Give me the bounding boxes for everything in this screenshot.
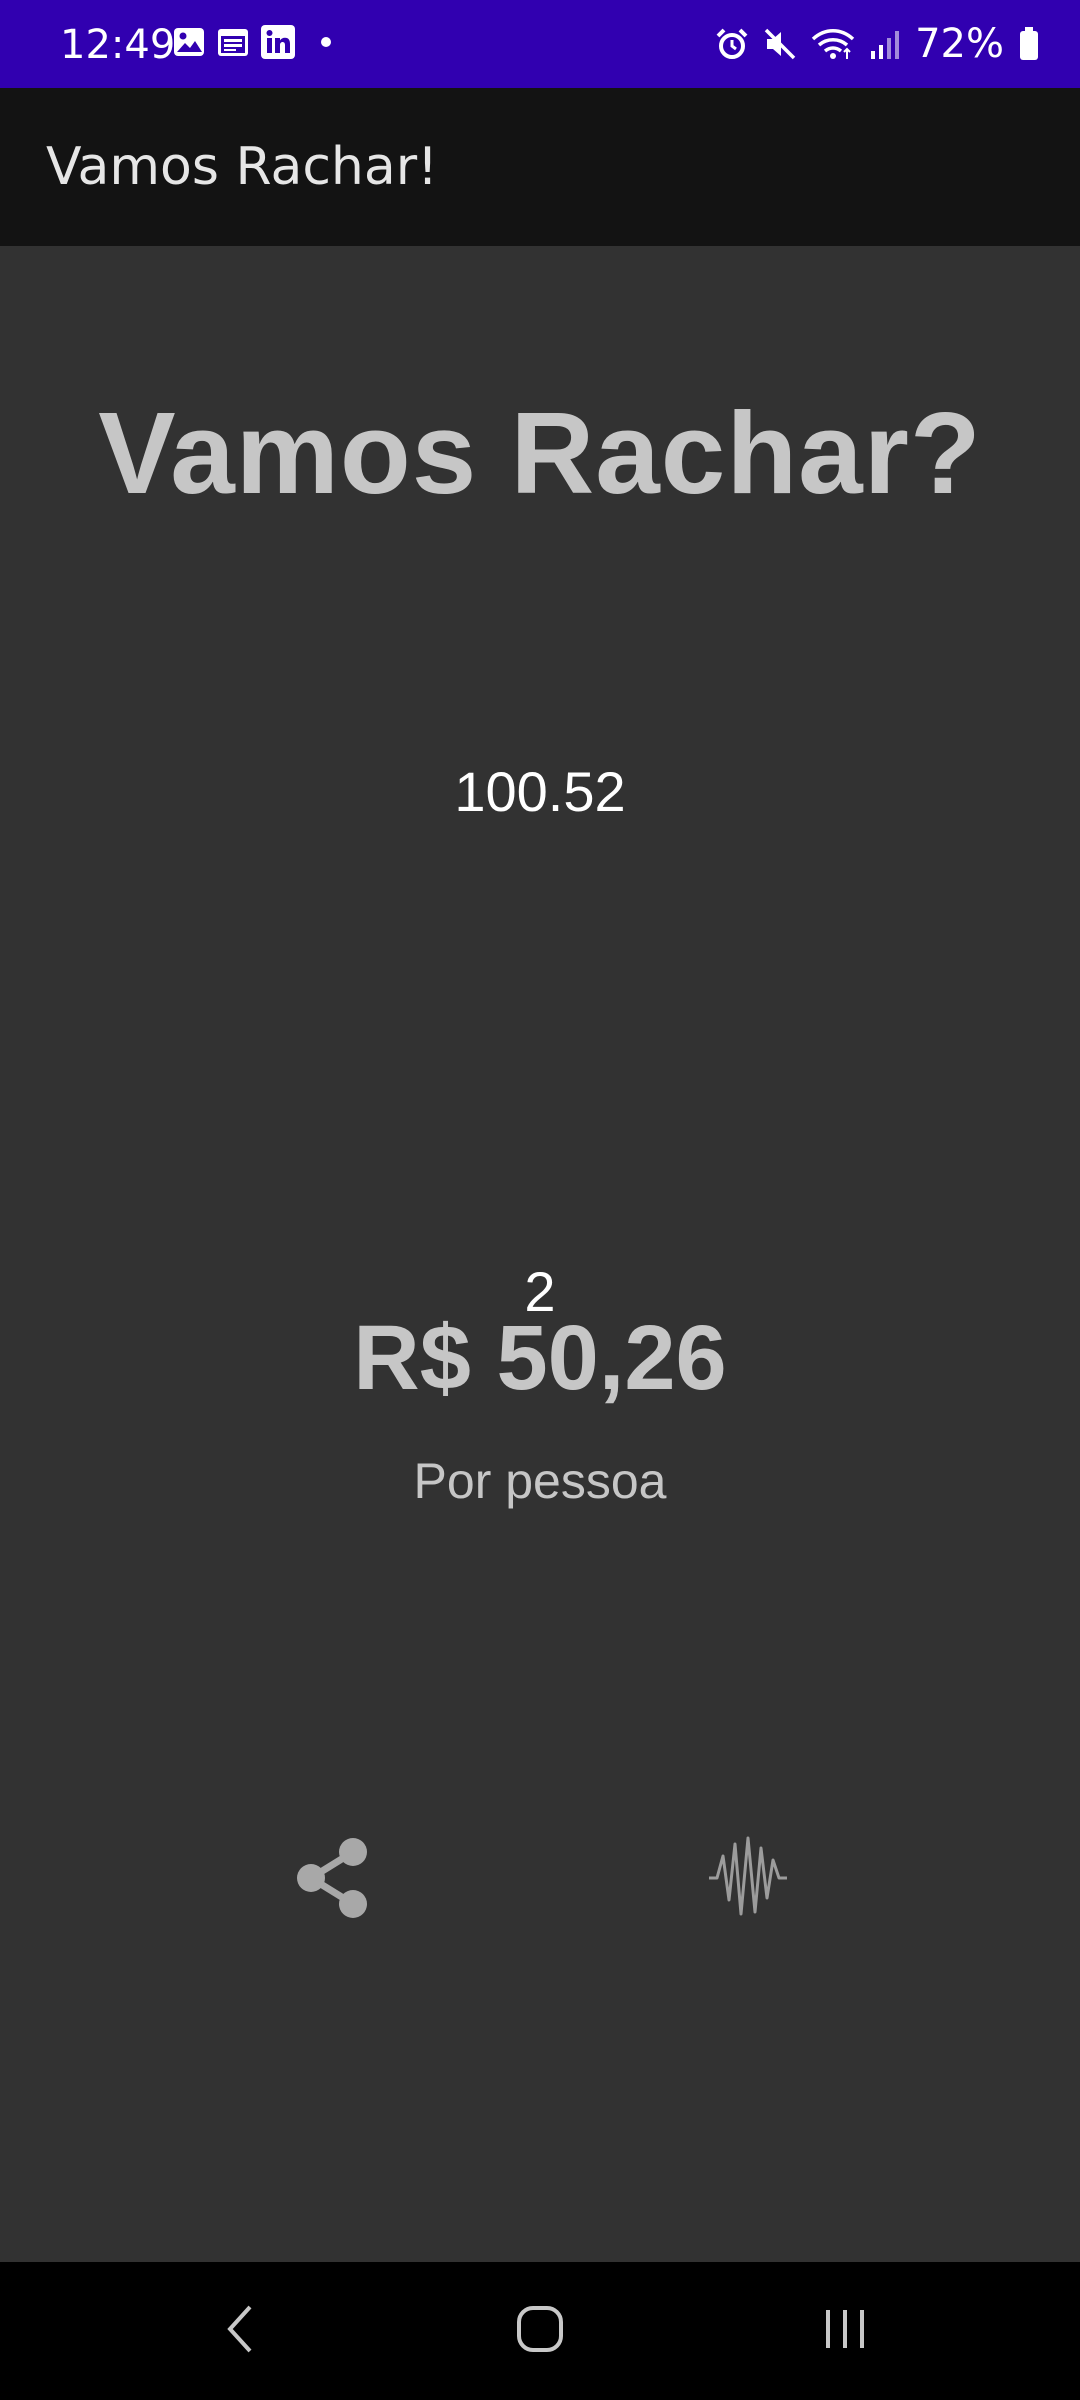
alarm-icon [715,27,749,61]
page-title: Vamos Rachar? [98,388,982,518]
status-bar: 12:49 72% [0,0,1080,88]
status-right: 72% [715,0,1040,88]
system-nav-bar [0,2262,1080,2400]
battery-icon [1018,26,1040,62]
per-person-caption: Por pessoa [413,1453,667,1509]
back-icon [220,2301,260,2361]
dot-icon [320,36,332,48]
share-icon [287,1833,377,1927]
app-bar: Vamos Rachar! [0,88,1080,246]
share-button[interactable] [272,1820,392,1940]
image-icon [172,25,206,59]
recents-icon [820,2304,870,2358]
linkedin-icon [260,24,296,60]
battery-percent: 72% [915,21,1004,67]
notification-icons [172,22,332,62]
listen-button[interactable] [688,1820,808,1940]
bill-amount-input[interactable] [340,746,740,836]
mute-icon [763,27,797,61]
nav-recents-button[interactable] [775,2262,915,2400]
per-person-amount: R$ 50,26 [353,1307,727,1409]
main-content: Vamos Rachar? R$ 50,26 Por pessoa [0,246,1080,2262]
audio-wave-icon [703,1830,793,1930]
calendar-icon [216,25,250,59]
nav-back-button[interactable] [170,2262,310,2400]
signal-icon [869,27,901,61]
wifi-icon [811,27,855,61]
app-bar-title: Vamos Rachar! [46,137,438,197]
status-time: 12:49 [60,22,176,68]
nav-home-button[interactable] [470,2262,610,2400]
home-icon [514,2303,566,2359]
